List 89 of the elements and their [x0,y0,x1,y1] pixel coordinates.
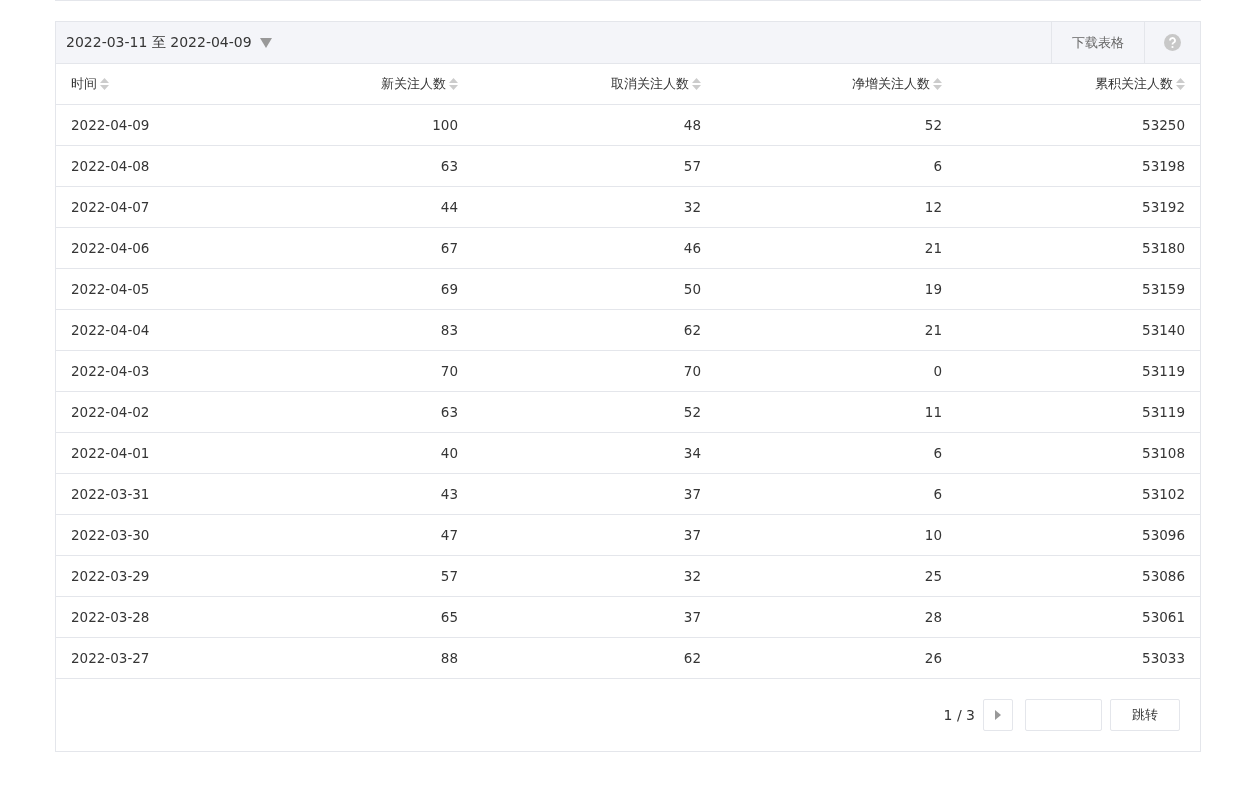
table-cell: 62 [683,322,701,338]
table-cell: 67 [440,240,458,256]
table-cell: 2022-04-02 [71,404,150,420]
column-header[interactable]: 累积关注人数 [1095,75,1185,93]
table-cell: 43 [440,486,458,502]
table-cell: 25 [924,568,942,584]
column-header[interactable]: 取消关注人数 [611,75,701,93]
table-cell: 2022-04-09 [71,117,150,133]
table-cell: 40 [440,445,458,461]
table-cell: 37 [683,527,701,543]
table-cell: 47 [440,527,458,543]
table-cell: 88 [440,650,458,666]
table-cell: 53096 [1142,527,1185,543]
table-cell: 2022-03-30 [71,527,150,543]
sort-icon [933,78,942,90]
play-icon [995,710,1001,720]
column-header[interactable]: 新关注人数 [381,75,458,93]
table-cell: 37 [683,486,701,502]
table-cell: 2022-03-27 [71,650,150,666]
table-cell: 11 [924,404,942,420]
table-cell: 2022-04-07 [71,199,150,215]
table-cell: 2022-03-29 [71,568,150,584]
table-cell: 2022-04-01 [71,445,150,461]
table-cell: 12 [924,199,942,215]
table-cell: 6 [933,445,942,461]
table-cell: 57 [440,568,458,584]
table-cell: 46 [683,240,701,256]
table-cell: 53108 [1142,445,1185,461]
sort-icon [692,78,701,90]
table-cell: 2022-04-04 [71,322,150,338]
table-cell: 2022-03-28 [71,609,150,625]
column-header[interactable]: 净增关注人数 [852,75,942,93]
table-cell: 10 [924,527,942,543]
table-cell: 21 [924,322,942,338]
table-cell: 83 [440,322,458,338]
table-cell: 70 [440,363,458,379]
table-cell: 53061 [1142,609,1185,625]
table-cell: 26 [924,650,942,666]
table-cell: 2022-04-05 [71,281,150,297]
table-cell: 53250 [1142,117,1185,133]
table-cell: 70 [683,363,701,379]
table-cell: 48 [683,117,701,133]
next-page-button[interactable] [983,699,1013,731]
table-cell: 34 [683,445,701,461]
table-cell: 53102 [1142,486,1185,502]
table-cell: 53119 [1142,404,1185,420]
table-cell: 28 [924,609,942,625]
table-cell: 32 [683,199,701,215]
table-cell: 2022-03-31 [71,486,150,502]
table-cell: 52 [924,117,942,133]
table-cell: 0 [933,363,942,379]
table-cell: 63 [440,404,458,420]
page-number-field[interactable] [1025,699,1102,731]
sort-icon [1176,78,1185,90]
table-cell: 65 [440,609,458,625]
table-cell: 19 [924,281,942,297]
table-cell: 62 [683,650,701,666]
table-cell: 63 [440,158,458,174]
column-header[interactable]: 时间 [71,75,109,93]
table-cell: 53159 [1142,281,1185,297]
table-cell: 57 [683,158,701,174]
table-cell: 100 [432,117,458,133]
page-indicator: 1 / 3 [943,707,975,723]
table-cell: 53119 [1142,363,1185,379]
table-cell: 37 [683,609,701,625]
table-cell: 69 [440,281,458,297]
table-cell: 2022-04-03 [71,363,150,379]
sort-icon [449,78,458,90]
table-cell: 2022-04-06 [71,240,150,256]
table-cell: 21 [924,240,942,256]
table-cell: 53198 [1142,158,1185,174]
sort-icon [100,78,109,90]
table-cell: 32 [683,568,701,584]
date-range-dropdown[interactable]: 2022-03-11 至 2022-04-09 [56,22,282,63]
table-cell: 6 [933,486,942,502]
table-cell: 53180 [1142,240,1185,256]
caret-icon [259,37,272,48]
help-icon [1164,34,1181,51]
jump-button[interactable]: 跳转 [1110,699,1180,731]
table-cell: 53192 [1142,199,1185,215]
table-cell: 44 [440,199,458,215]
table-cell: 53033 [1142,650,1185,666]
download-table-button[interactable]: 下载表格 [1051,22,1144,63]
table-cell: 2022-04-08 [71,158,150,174]
table-cell: 53086 [1142,568,1185,584]
table-cell: 6 [933,158,942,174]
table-cell: 50 [683,281,701,297]
table-cell: 52 [683,404,701,420]
table-cell: 53140 [1142,322,1185,338]
